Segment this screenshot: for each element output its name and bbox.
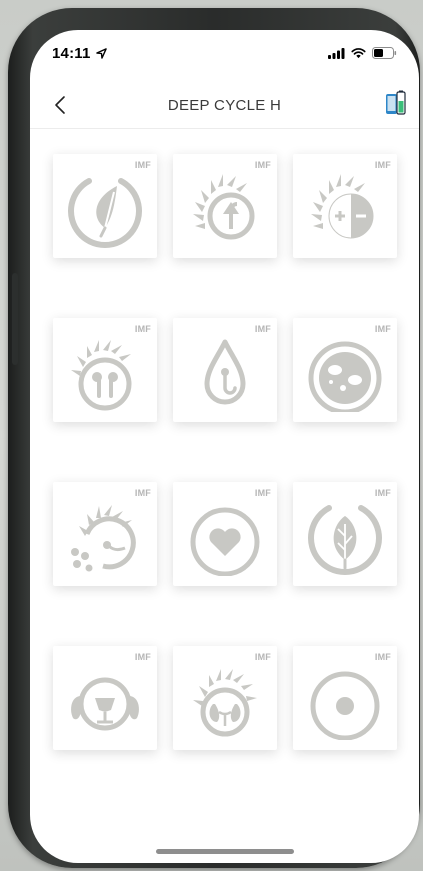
sun-sperm-icon	[71, 505, 136, 572]
status-time: 14:11	[52, 45, 91, 62]
sun-ovary-icon	[71, 340, 132, 411]
program-tile[interactable]: IMF	[173, 154, 277, 258]
phone-battery-button[interactable]	[385, 90, 407, 116]
feather-icon	[68, 178, 142, 248]
dot-circle-icon	[310, 671, 380, 740]
battery-icon	[372, 46, 397, 64]
cells-icon	[308, 341, 382, 412]
drop-icon	[204, 339, 246, 405]
program-tile[interactable]: IMF	[293, 154, 397, 258]
program-tile[interactable]: IMF	[293, 482, 397, 586]
phone-side-button	[12, 273, 18, 365]
program-tile[interactable]: IMF	[53, 318, 157, 422]
program-tile[interactable]: IMF	[173, 482, 277, 586]
program-tile[interactable]: IMF	[53, 154, 157, 258]
program-tile[interactable]: IMF	[173, 318, 277, 422]
program-tile[interactable]: IMF	[293, 318, 397, 422]
heart-icon	[190, 507, 260, 576]
location-arrow-icon	[96, 46, 107, 64]
sun-kidney-icon	[193, 669, 257, 737]
wifi-icon	[351, 46, 366, 64]
screen: 14:11 DEEP CYCLE H IMF IMF IMF IMF IMF I…	[30, 30, 419, 863]
phone-frame: 14:11 DEEP CYCLE H IMF IMF IMF IMF IMF I…	[8, 8, 420, 868]
cellular-signal-icon	[328, 46, 345, 64]
program-tile[interactable]: IMF	[293, 646, 397, 750]
status-bar: 14:11	[30, 30, 419, 74]
phone-battery-icon	[386, 90, 406, 115]
status-icons	[328, 46, 397, 64]
sun-plus-minus-icon	[311, 174, 374, 239]
program-tile[interactable]: IMF	[173, 646, 277, 750]
program-tile[interactable]: IMF	[53, 646, 157, 750]
sun-arrow-icon	[193, 174, 255, 240]
program-tile[interactable]: IMF	[53, 482, 157, 586]
home-indicator[interactable]	[156, 849, 294, 854]
face-icon	[71, 677, 139, 731]
nav-header: DEEP CYCLE H	[30, 80, 419, 129]
page-title: DEEP CYCLE H	[167, 97, 282, 114]
leaf-icon	[308, 505, 382, 575]
